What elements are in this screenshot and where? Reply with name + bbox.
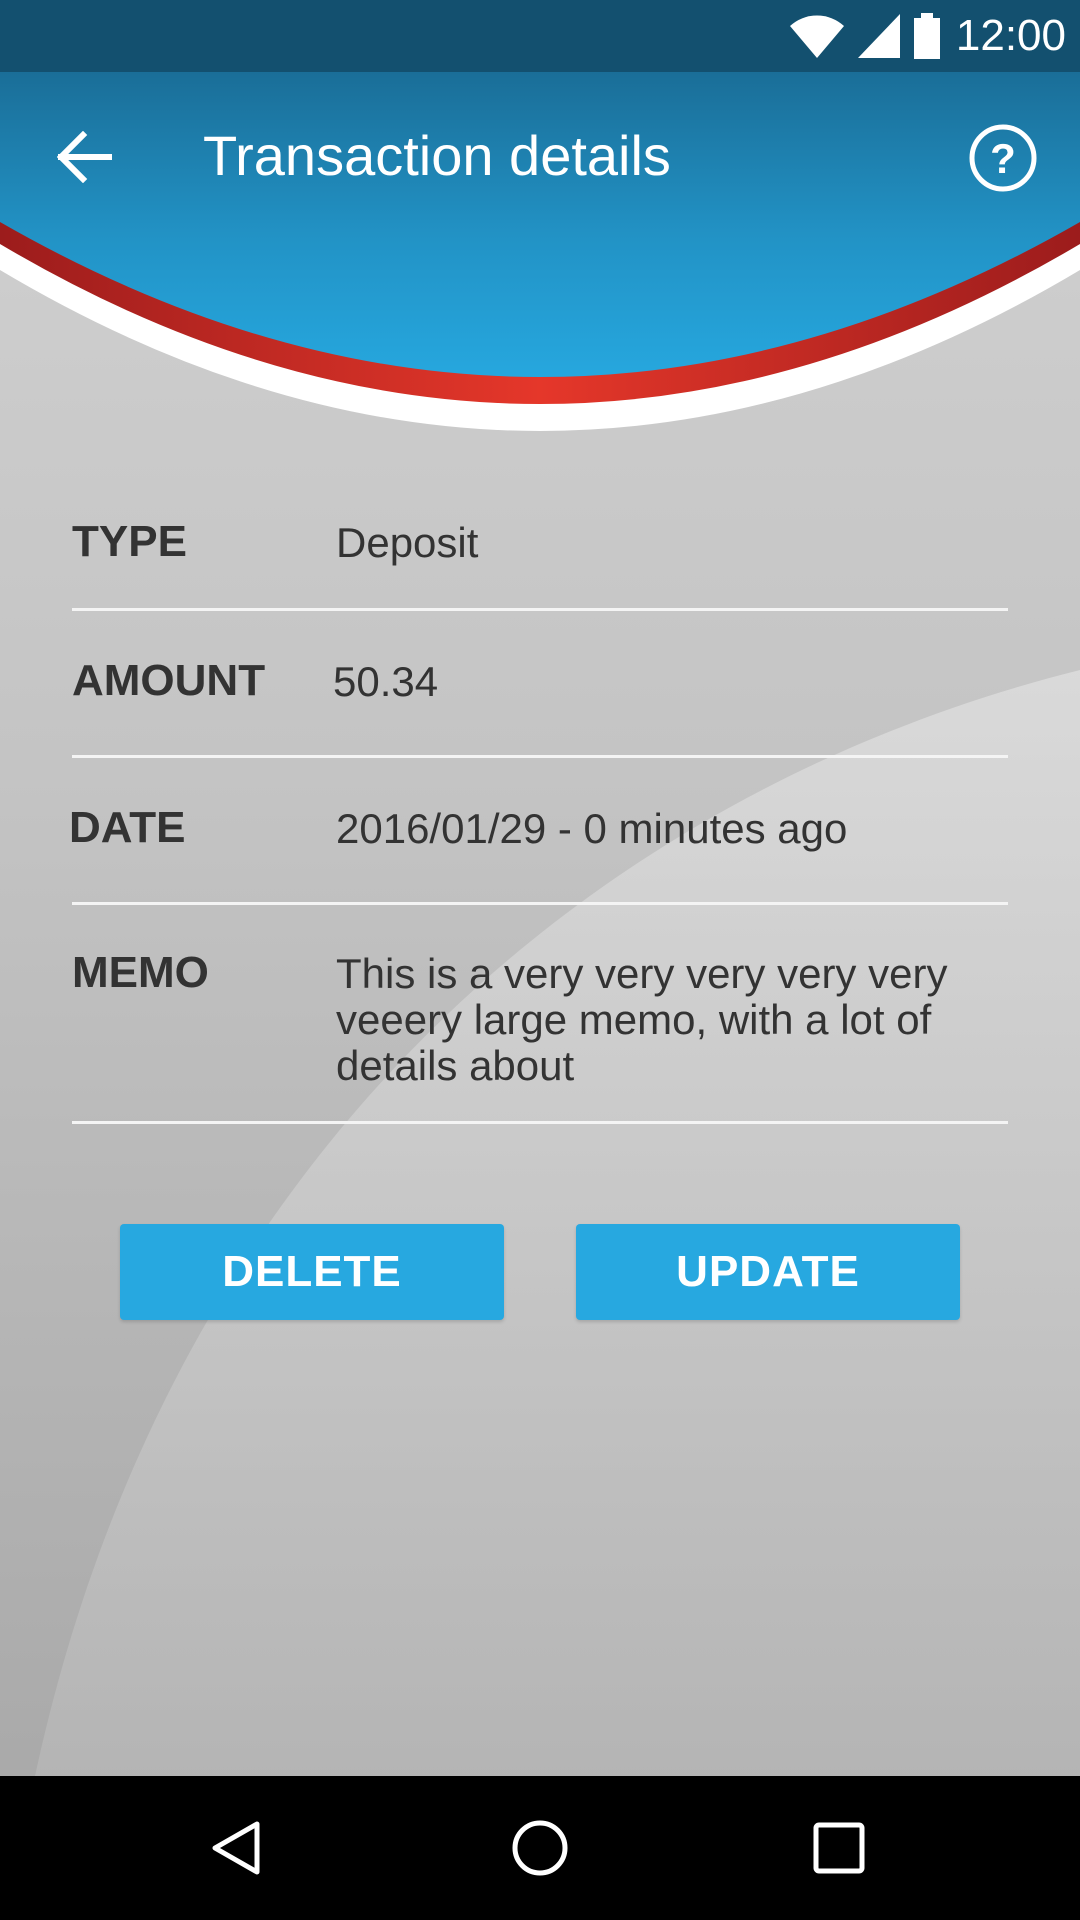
memo-label: MEMO: [72, 948, 209, 997]
delete-button[interactable]: DELETE: [120, 1224, 504, 1320]
battery-icon: [913, 13, 940, 59]
page-title: Transaction details: [203, 124, 671, 187]
nav-home-icon: [512, 1820, 568, 1876]
cell-signal-icon: [857, 14, 900, 58]
screen: 12:00 Transaction details ? TYPE Deposit…: [0, 0, 1080, 1920]
detail-row-date: DATE 2016/01/29 - 0 minutes ago: [69, 758, 1008, 905]
status-time: 12:00: [955, 11, 1066, 60]
amount-label: AMOUNT: [72, 656, 266, 705]
type-value: Deposit: [336, 519, 479, 566]
date-label: DATE: [69, 803, 186, 852]
status-bar: 12:00: [0, 0, 1080, 72]
help-circle-icon: ?: [969, 124, 1037, 192]
detail-row-type: TYPE Deposit: [72, 490, 1008, 611]
amount-value: 50.34: [333, 658, 439, 705]
nav-home-button[interactable]: [490, 1798, 590, 1898]
nav-recents-icon: [813, 1822, 865, 1874]
nav-recents-button[interactable]: [789, 1798, 889, 1898]
nav-back-icon: [212, 1821, 260, 1875]
memo-value: This is a very very very very very veeer…: [336, 950, 948, 1089]
back-button[interactable]: [40, 112, 130, 202]
nav-bar: [0, 1776, 1080, 1920]
update-button[interactable]: UPDATE: [576, 1224, 960, 1320]
nav-back-button[interactable]: [187, 1798, 287, 1898]
transaction-details: TYPE Deposit AMOUNT 50.34 DATE 2016/01/2…: [69, 490, 1008, 1124]
date-value: 2016/01/29 - 0 minutes ago: [336, 805, 848, 852]
help-button[interactable]: ?: [955, 110, 1051, 206]
detail-row-amount: AMOUNT 50.34: [72, 611, 1008, 758]
type-label: TYPE: [72, 517, 187, 566]
svg-text:?: ?: [990, 135, 1016, 182]
arrow-left-icon: [57, 131, 112, 183]
status-icons: 12:00: [788, 10, 1066, 62]
wifi-icon: [789, 15, 844, 58]
detail-row-memo: MEMO This is a very very very very very …: [72, 905, 1008, 1124]
